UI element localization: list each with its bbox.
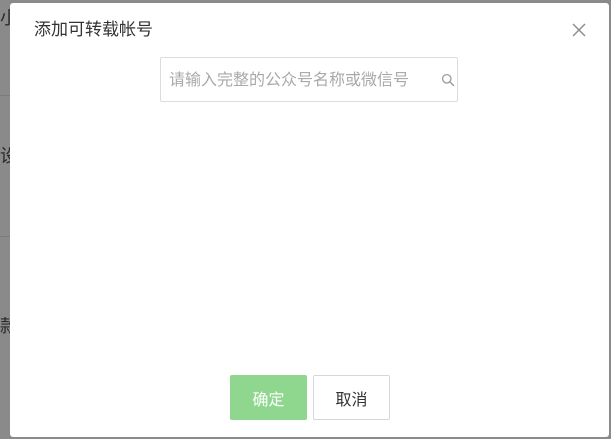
background-text: 小: [0, 9, 10, 29]
account-search-input[interactable]: [169, 58, 419, 101]
background-text: 设: [0, 147, 10, 167]
search-icon[interactable]: [441, 73, 455, 87]
background-divider: [0, 95, 10, 96]
close-button[interactable]: [570, 21, 588, 39]
dialog-title: 添加可转载帐号: [34, 20, 153, 40]
background-divider: [0, 236, 10, 237]
background-text: 款: [0, 317, 10, 337]
add-reprint-account-dialog: 添加可转载帐号 确定 取消: [10, 3, 609, 437]
confirm-button[interactable]: 确定: [230, 375, 307, 420]
cancel-button[interactable]: 取消: [313, 375, 390, 420]
search-box: [160, 57, 458, 102]
close-icon: [572, 23, 586, 37]
